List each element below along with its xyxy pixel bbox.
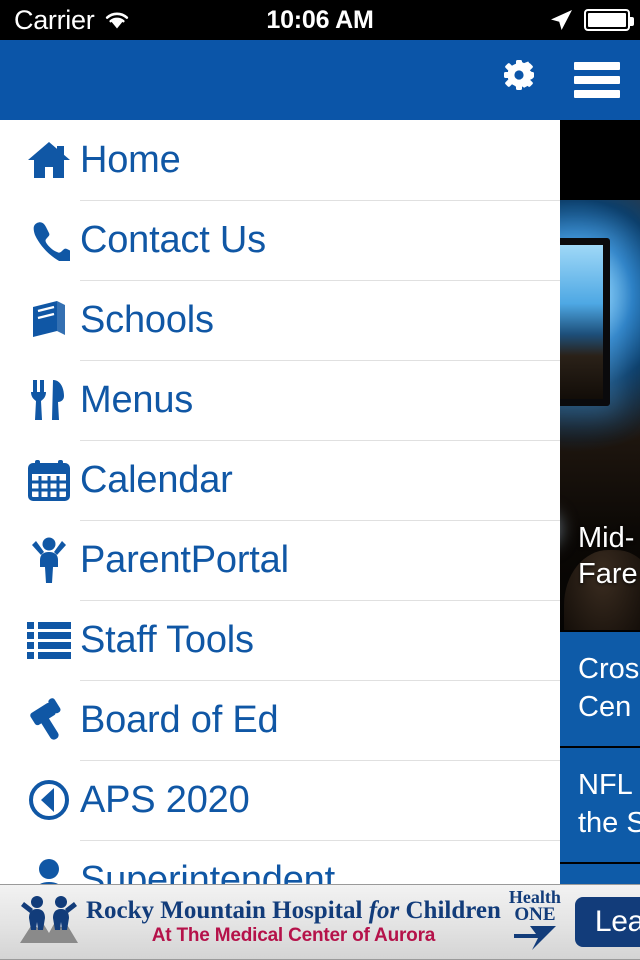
photo-screen <box>560 238 610 406</box>
news-card-2-line2: the S <box>578 807 640 839</box>
menu-item-aps-2020[interactable]: APS 2020 <box>0 760 560 840</box>
home-icon <box>18 136 80 184</box>
compass-icon <box>18 776 80 824</box>
menu-item-staff-tools[interactable]: Staff Tools <box>0 600 560 680</box>
news-card-1-line2: Cen <box>578 691 632 723</box>
menu-item-superintendent-label: Superintendent <box>80 858 335 885</box>
menu-item-parentportal-label: ParentPortal <box>80 538 289 581</box>
status-bar-right <box>548 7 634 33</box>
navigation-drawer: Home Contact Us Schools Menus Calendar P… <box>0 120 560 884</box>
learn-more-button[interactable]: Learn More <box>574 897 640 947</box>
menu-item-menus-label: Menus <box>80 378 194 421</box>
news-card-1-line1: Cros <box>578 653 640 685</box>
news-card-2-line1: NFL <box>578 769 633 801</box>
menu-item-schools[interactable]: Schools <box>0 280 560 360</box>
content-panel: Mid- Fare Cros Cen NFL the S <box>560 120 640 884</box>
ad-title-part1: Rocky Mountain Hospital <box>86 897 369 924</box>
list-icon <box>18 616 80 664</box>
menu-item-contact-us-label: Contact Us <box>80 218 266 261</box>
healthone-logo: Health ONE <box>509 888 561 955</box>
healthone-line2: ONE <box>514 904 556 925</box>
content-hero-top <box>560 120 640 200</box>
child-icon <box>18 536 80 584</box>
status-bar: Carrier 10:06 AM <box>0 0 640 40</box>
ad-title-italic: for <box>368 897 400 924</box>
menu-item-calendar[interactable]: Calendar <box>0 440 560 520</box>
clock-label: 10:06 AM <box>266 5 374 34</box>
calendar-icon <box>18 456 80 504</box>
healthone-bolt-icon <box>513 926 556 950</box>
menu-item-staff-tools-label: Staff Tools <box>80 618 254 661</box>
hamburger-menu-icon <box>574 56 620 104</box>
menu-item-contact-us[interactable]: Contact Us <box>0 200 560 280</box>
phone-icon <box>18 216 80 264</box>
menu-item-superintendent[interactable]: Superintendent <box>0 840 560 884</box>
settings-button[interactable] <box>480 40 558 120</box>
learn-more-label: Learn More <box>594 905 640 938</box>
menu-item-calendar-label: Calendar <box>80 458 233 501</box>
nav-bar <box>0 40 640 120</box>
ad-title-part2: Children <box>399 897 501 924</box>
gear-icon <box>504 60 534 90</box>
book-icon <box>18 296 80 344</box>
ad-text-block: Rocky Mountain Hospital for Children At … <box>86 897 501 947</box>
menu-item-home-label: Home <box>80 138 181 181</box>
menu-item-board-of-ed[interactable]: Board of Ed <box>0 680 560 760</box>
hamburger-menu-button[interactable] <box>558 40 636 120</box>
menu-item-aps-2020-label: APS 2020 <box>80 778 250 821</box>
news-card-2[interactable]: NFL the S <box>560 748 640 862</box>
ad-subtitle: At The Medical Center of Aurora <box>151 925 436 946</box>
battery-full-icon <box>584 9 634 31</box>
ad-banner[interactable]: Rocky Mountain Hospital for Children At … <box>0 884 640 960</box>
rocky-mountain-children-logo <box>18 893 80 952</box>
menu-item-board-of-ed-label: Board of Ed <box>80 698 279 741</box>
menu-item-menus[interactable]: Menus <box>0 360 560 440</box>
gavel-icon <box>18 696 80 744</box>
person-icon <box>18 856 80 884</box>
menu-item-home[interactable]: Home <box>0 120 560 200</box>
news-card-3[interactable] <box>560 864 640 884</box>
location-arrow-icon <box>551 10 572 30</box>
menu-item-parentportal[interactable]: ParentPortal <box>0 520 560 600</box>
ad-title: Rocky Mountain Hospital for Children <box>86 897 501 925</box>
fork-knife-icon <box>18 376 80 424</box>
news-card-1[interactable]: Cros Cen <box>560 632 640 746</box>
menu-item-schools-label: Schools <box>80 298 214 341</box>
news-card-photo-title: Mid- Fare <box>578 522 638 590</box>
